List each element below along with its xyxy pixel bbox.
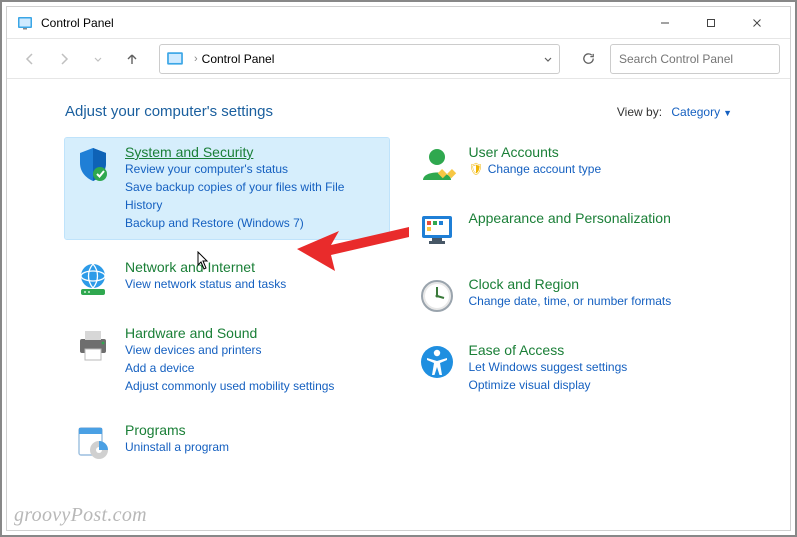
search-box[interactable] xyxy=(610,44,780,74)
window-title: Control Panel xyxy=(41,16,642,30)
category-user-accounts[interactable]: User Accounts 🛡Change account type xyxy=(409,138,733,190)
category-hardware[interactable]: Hardware and Sound View devices and prin… xyxy=(65,319,389,402)
control-panel-icon xyxy=(17,15,33,31)
category-ease-access[interactable]: Ease of Access Let Windows suggest setti… xyxy=(409,336,733,401)
control-panel-icon xyxy=(166,50,184,68)
category-link[interactable]: Review your computer's status xyxy=(125,161,381,178)
view-by-label: View by: xyxy=(617,105,662,119)
minimize-button[interactable] xyxy=(642,7,688,39)
back-button[interactable] xyxy=(17,46,43,72)
category-title[interactable]: Appearance and Personalization xyxy=(469,210,671,226)
address-bar[interactable]: › Control Panel xyxy=(159,44,560,74)
view-by-dropdown[interactable]: Category▼ xyxy=(671,105,732,119)
page-heading: Adjust your computer's settings xyxy=(65,103,617,120)
category-link[interactable]: Save backup copies of your files with Fi… xyxy=(125,179,381,214)
category-title[interactable]: Clock and Region xyxy=(469,276,672,292)
category-link[interactable]: Add a device xyxy=(125,360,334,377)
appearance-icon xyxy=(417,210,457,250)
control-panel-window: Control Panel › Control Panel Adjust you… xyxy=(6,6,791,531)
category-link[interactable]: View network status and tasks xyxy=(125,276,286,293)
accessibility-icon xyxy=(417,342,457,382)
category-link[interactable]: 🛡Change account type xyxy=(469,161,602,178)
search-input[interactable] xyxy=(619,52,774,66)
programs-icon xyxy=(73,422,113,462)
view-by: View by: Category▼ xyxy=(617,105,732,119)
category-appearance[interactable]: Appearance and Personalization xyxy=(409,204,733,256)
category-programs[interactable]: Programs Uninstall a program xyxy=(65,416,389,468)
category-link[interactable]: Optimize visual display xyxy=(469,377,628,394)
category-link[interactable]: Change date, time, or number formats xyxy=(469,293,672,310)
up-button[interactable] xyxy=(119,46,145,72)
nav-toolbar: › Control Panel xyxy=(7,39,790,79)
category-link[interactable]: Adjust commonly used mobility settings xyxy=(125,378,334,395)
category-title[interactable]: Hardware and Sound xyxy=(125,325,334,341)
category-title[interactable]: User Accounts xyxy=(469,144,602,160)
close-button[interactable] xyxy=(734,7,780,39)
maximize-button[interactable] xyxy=(688,7,734,39)
category-system-security[interactable]: System and Security Review your computer… xyxy=(65,138,389,239)
category-link[interactable]: View devices and printers xyxy=(125,342,334,359)
category-title[interactable]: Programs xyxy=(125,422,229,438)
network-icon xyxy=(73,259,113,299)
breadcrumb[interactable]: Control Panel xyxy=(202,52,275,66)
category-title[interactable]: Ease of Access xyxy=(469,342,628,358)
category-link[interactable]: Backup and Restore (Windows 7) xyxy=(125,215,381,232)
titlebar: Control Panel xyxy=(7,7,790,39)
category-link[interactable]: Let Windows suggest settings xyxy=(469,359,628,376)
category-title[interactable]: System and Security xyxy=(125,144,381,160)
printer-icon xyxy=(73,325,113,365)
category-network[interactable]: Network and Internet View network status… xyxy=(65,253,389,305)
user-icon xyxy=(417,144,457,184)
clock-icon xyxy=(417,276,457,316)
watermark: groovyPost.com xyxy=(14,504,147,527)
content-area: Adjust your computer's settings View by:… xyxy=(7,79,790,530)
shield-icon xyxy=(73,144,113,184)
recent-dropdown[interactable] xyxy=(85,46,111,72)
forward-button[interactable] xyxy=(51,46,77,72)
chevron-down-icon[interactable] xyxy=(543,54,553,64)
category-link[interactable]: Uninstall a program xyxy=(125,439,229,456)
breadcrumb-sep: › xyxy=(194,53,198,65)
category-title[interactable]: Network and Internet xyxy=(125,259,286,275)
category-clock-region[interactable]: Clock and Region Change date, time, or n… xyxy=(409,270,733,322)
refresh-button[interactable] xyxy=(574,45,602,73)
